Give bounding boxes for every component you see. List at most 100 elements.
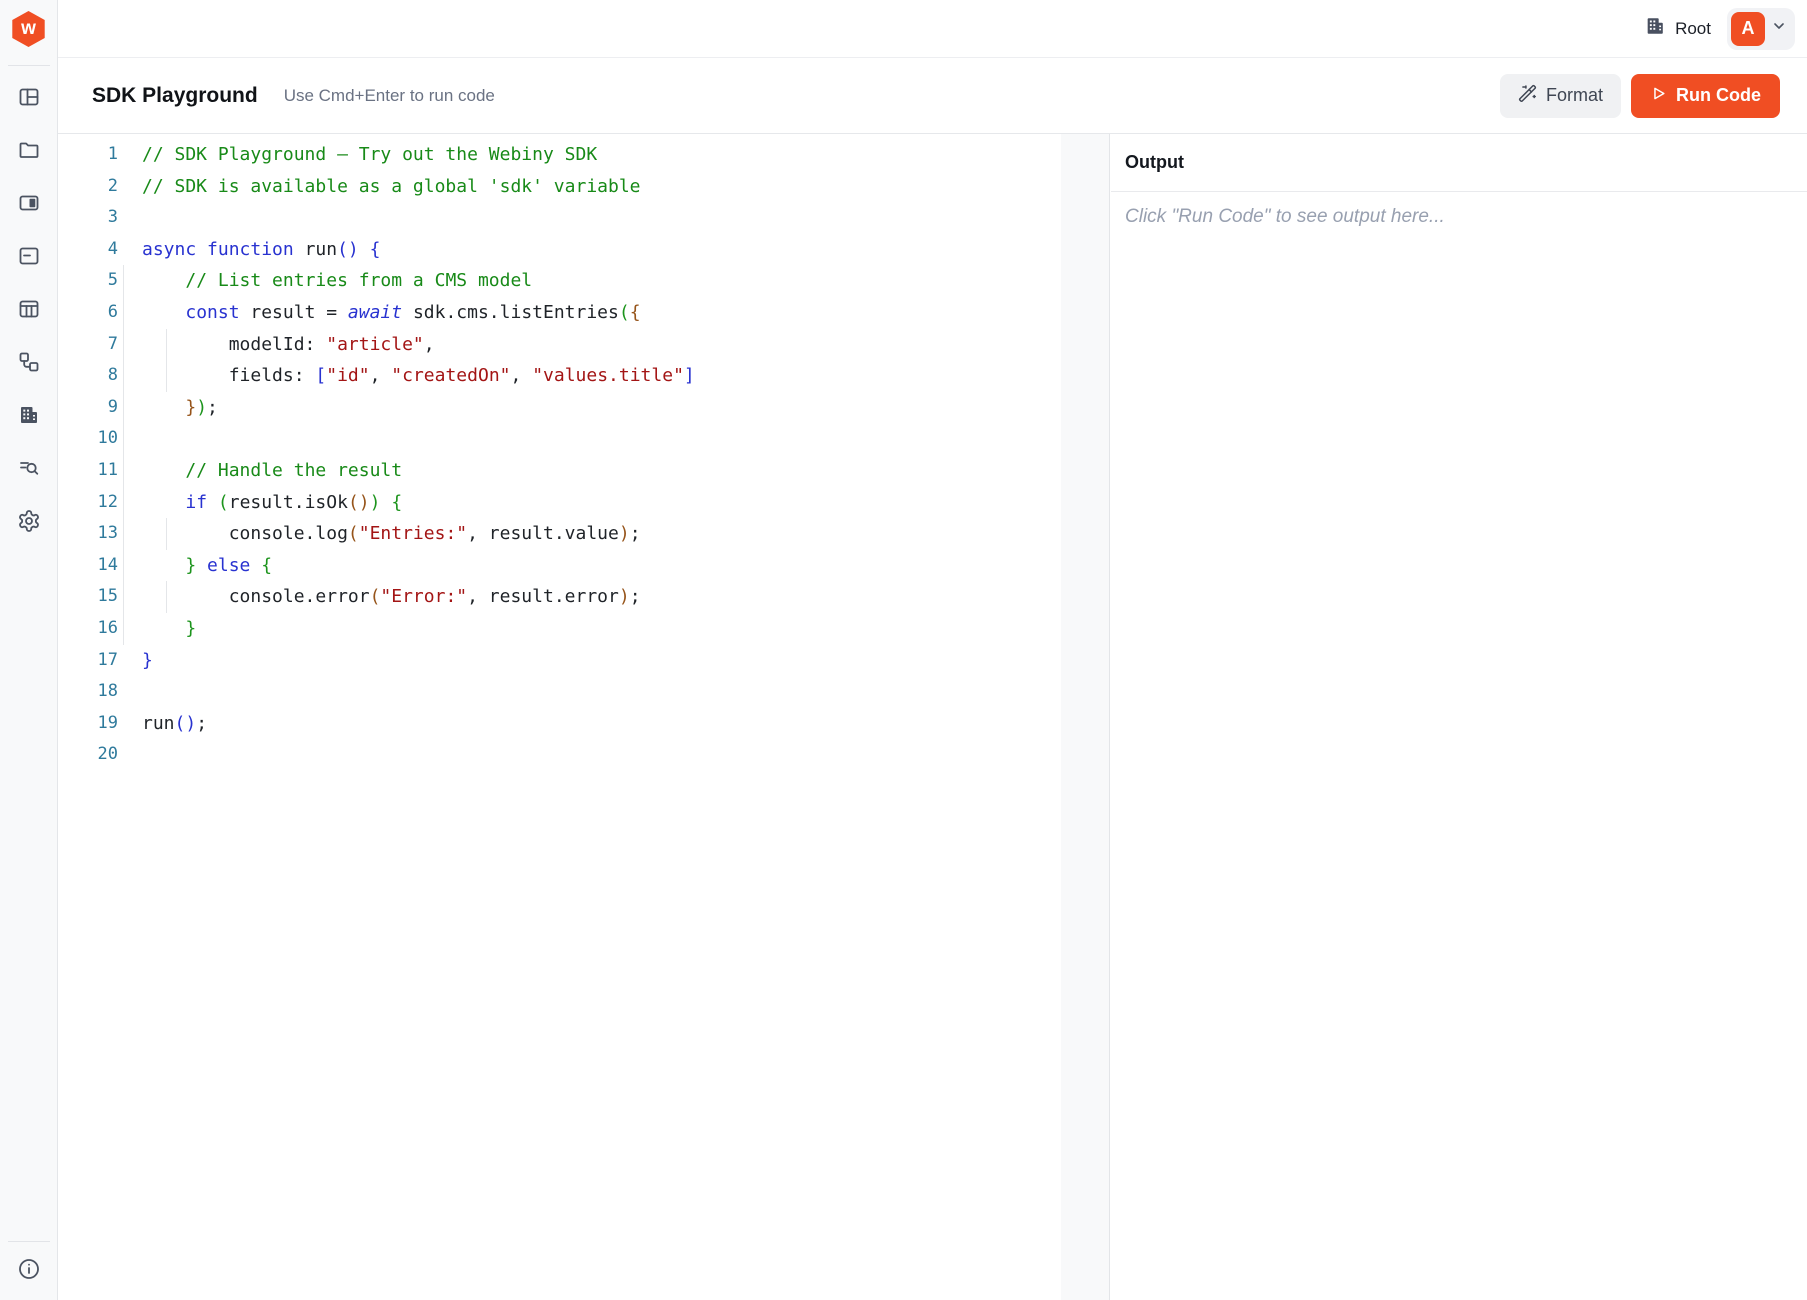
line-number: 5	[58, 265, 118, 297]
building-icon	[1644, 15, 1666, 42]
indent-guide	[166, 518, 167, 550]
indent-guide	[166, 581, 167, 613]
line-number: 19	[58, 708, 118, 740]
line-number: 10	[58, 423, 118, 455]
code-line: 9 });	[58, 392, 1109, 424]
code-editor-pane: 1// SDK Playground — Try out the Webiny …	[58, 134, 1110, 1300]
avatar: A	[1731, 12, 1765, 46]
code-line: 7 modelId: "article",	[58, 329, 1109, 361]
line-number: 11	[58, 455, 118, 487]
wand-sparkles-icon	[1518, 84, 1537, 108]
sidebar-item-forms[interactable]	[14, 243, 44, 273]
workspace-selector[interactable]: Root	[1644, 15, 1711, 42]
line-number: 12	[58, 487, 118, 519]
sidebar-item-dashboard[interactable]	[14, 84, 44, 114]
line-number: 20	[58, 739, 118, 771]
editor-right-gutter	[1061, 134, 1109, 1300]
indent-guide	[123, 360, 124, 392]
sidebar-item-audit-logs[interactable]	[14, 455, 44, 485]
list-search-icon	[17, 456, 41, 485]
indent-guide	[123, 265, 124, 297]
topbar: Root A	[58, 0, 1807, 58]
code-line: 4async function run() {	[58, 234, 1109, 266]
line-number: 16	[58, 613, 118, 645]
indent-guide	[123, 550, 124, 582]
browser-card-icon	[17, 191, 41, 220]
sidebar-item-pages[interactable]	[14, 190, 44, 220]
code-line: 12 if (result.isOk()) {	[58, 487, 1109, 519]
indent-guide	[123, 392, 124, 424]
line-number: 15	[58, 581, 118, 613]
run-code-button[interactable]: Run Code	[1631, 74, 1780, 118]
table-icon	[17, 297, 41, 326]
output-title: Output	[1111, 134, 1807, 192]
line-number: 14	[58, 550, 118, 582]
line-number: 1	[58, 139, 118, 171]
code-editor[interactable]: 1// SDK Playground — Try out the Webiny …	[58, 134, 1109, 771]
code-line: 15 console.error("Error:", result.error)…	[58, 581, 1109, 613]
code-line: 20	[58, 739, 1109, 771]
line-number: 8	[58, 360, 118, 392]
indent-guide	[123, 613, 124, 645]
sidebar-item-info[interactable]	[14, 1256, 44, 1286]
logo-letter: w	[21, 18, 36, 40]
sidebar: w	[0, 0, 58, 1300]
run-code-label: Run Code	[1676, 85, 1761, 106]
line-number: 7	[58, 329, 118, 361]
indent-guide	[123, 518, 124, 550]
code-line: 18	[58, 676, 1109, 708]
page-title: SDK Playground	[92, 84, 258, 108]
line-number: 3	[58, 202, 118, 234]
code-line: 3	[58, 202, 1109, 234]
run-hint: Use Cmd+Enter to run code	[284, 86, 495, 106]
code-line: 6 const result = await sdk.cms.listEntri…	[58, 297, 1109, 329]
code-line: 5 // List entries from a CMS model	[58, 265, 1109, 297]
code-line: 1// SDK Playground — Try out the Webiny …	[58, 139, 1109, 171]
code-line: 17}	[58, 645, 1109, 677]
account-menu[interactable]: A	[1727, 8, 1795, 50]
code-line: 16 }	[58, 613, 1109, 645]
sidebar-item-workflows[interactable]	[14, 349, 44, 379]
indent-guide	[166, 360, 167, 392]
line-number: 18	[58, 676, 118, 708]
building-icon	[17, 403, 41, 432]
sidebar-item-cms[interactable]	[14, 296, 44, 326]
format-label: Format	[1546, 85, 1603, 106]
settings-gear-icon	[17, 509, 41, 538]
code-line: 2// SDK is available as a global 'sdk' v…	[58, 171, 1109, 203]
code-line: 10	[58, 423, 1109, 455]
code-line: 13 console.log("Entries:", result.value)…	[58, 518, 1109, 550]
webiny-logo[interactable]: w	[11, 11, 47, 47]
indent-guide	[123, 581, 124, 613]
layout-panels-icon	[17, 85, 41, 114]
line-number: 2	[58, 171, 118, 203]
info-icon	[17, 1257, 41, 1286]
indent-guide	[123, 297, 124, 329]
indent-guide	[123, 423, 124, 455]
line-number: 9	[58, 392, 118, 424]
workspace-label: Root	[1675, 19, 1711, 39]
sidebar-item-files[interactable]	[14, 137, 44, 167]
output-placeholder: Click "Run Code" to see output here...	[1111, 192, 1807, 242]
chevron-down-icon	[1771, 18, 1787, 39]
sidebar-item-settings[interactable]	[14, 508, 44, 538]
code-line: 19run();	[58, 708, 1109, 740]
indent-guide	[123, 455, 124, 487]
indent-guide	[166, 329, 167, 361]
sidebar-item-tenants[interactable]	[14, 402, 44, 432]
sidebar-bottom-divider	[8, 1241, 50, 1242]
indent-guide	[123, 487, 124, 519]
page-header: SDK Playground Use Cmd+Enter to run code…	[58, 58, 1807, 134]
form-icon	[17, 244, 41, 273]
sidebar-divider	[8, 65, 50, 66]
line-number: 17	[58, 645, 118, 677]
play-icon	[1650, 85, 1667, 107]
line-number: 4	[58, 234, 118, 266]
folder-icon	[17, 138, 41, 167]
code-line: 8 fields: ["id", "createdOn", "values.ti…	[58, 360, 1109, 392]
line-number: 6	[58, 297, 118, 329]
format-button[interactable]: Format	[1500, 74, 1621, 118]
code-line: 11 // Handle the result	[58, 455, 1109, 487]
code-line: 14 } else {	[58, 550, 1109, 582]
workflow-icon	[17, 350, 41, 379]
